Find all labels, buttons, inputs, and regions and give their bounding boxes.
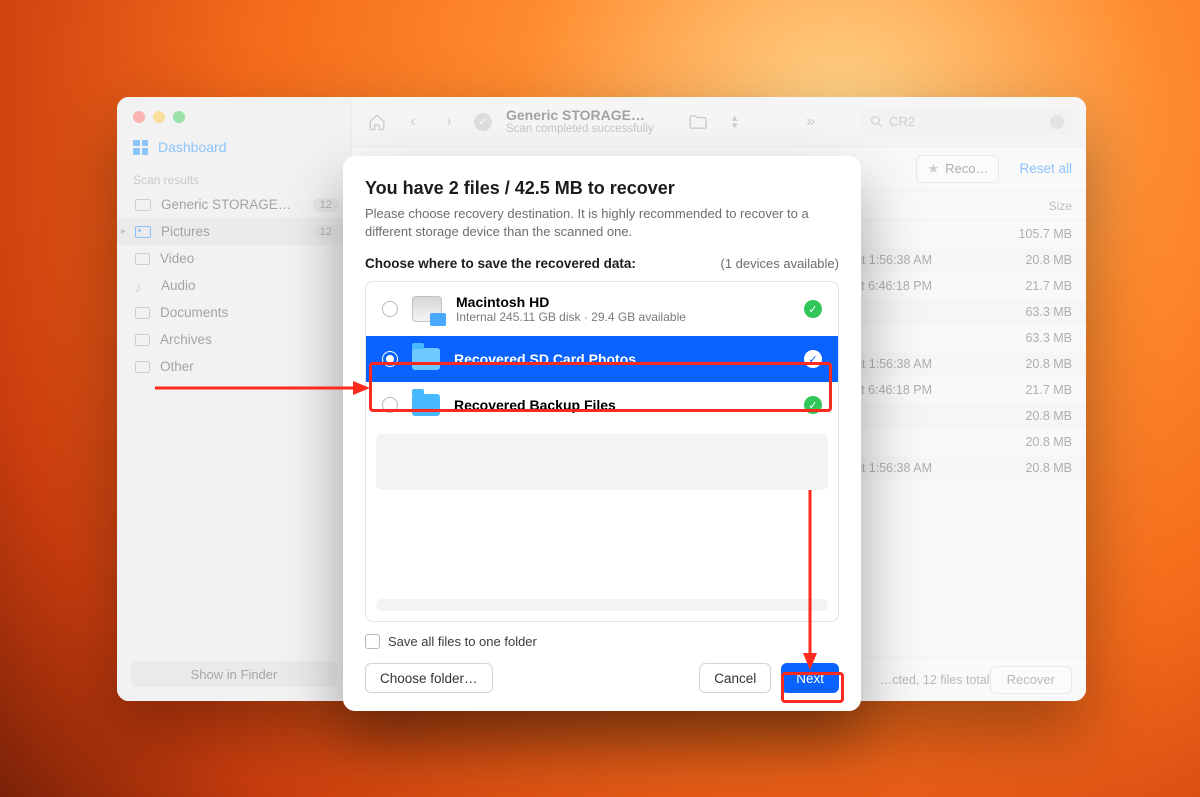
dashboard-label: Dashboard <box>158 139 227 155</box>
save-all-label: Save all files to one folder <box>388 634 537 649</box>
next-label: Next <box>796 671 824 686</box>
col-size[interactable]: Size <box>972 199 1072 213</box>
overflow-icon[interactable]: » <box>800 111 822 133</box>
documents-icon <box>135 307 150 319</box>
sidebar-item-documents[interactable]: Documents <box>117 299 351 326</box>
check-icon: ✓ <box>804 300 822 318</box>
sidebar-item-label: Other <box>160 359 194 374</box>
choose-folder-label: Choose folder… <box>380 671 478 686</box>
sidebar-item-label: Video <box>160 251 194 266</box>
destination-macintosh-hd[interactable]: Macintosh HD Internal 245.11 GB disk · 2… <box>366 282 838 336</box>
chevron-right-icon: ▸ <box>121 226 126 237</box>
next-button[interactable]: Next <box>781 663 839 693</box>
destination-recovered-backup-files[interactable]: Recovered Backup Files ✓ <box>366 382 838 428</box>
save-all-toggle[interactable]: Save all files to one folder <box>365 634 839 649</box>
search-value: CR2 <box>889 114 915 129</box>
radio-icon[interactable] <box>382 351 398 367</box>
sidebar-item-label: Audio <box>161 278 196 293</box>
count-badge: 12 <box>313 225 339 239</box>
show-in-finder-label: Show in Finder <box>191 667 278 682</box>
sidebar-item-audio[interactable]: ♪ Audio <box>117 272 351 299</box>
status-check-icon: ✓ <box>474 113 492 131</box>
search-icon <box>870 115 883 128</box>
radio-icon[interactable] <box>382 301 398 317</box>
minimize-window-icon[interactable] <box>153 111 165 123</box>
clear-search-icon[interactable] <box>1050 115 1064 129</box>
chip-label: Reco… <box>945 161 988 176</box>
other-icon <box>135 361 150 373</box>
sidebar-item-generic-storage[interactable]: Generic STORAGE… 12 <box>117 191 351 218</box>
recover-button[interactable]: Recover <box>990 666 1072 694</box>
back-icon[interactable]: ‹ <box>402 111 424 133</box>
folder-nav-icon[interactable] <box>688 111 710 133</box>
drive-icon <box>135 199 151 211</box>
devices-available: (1 devices available) <box>720 256 839 271</box>
folder-icon <box>412 348 440 370</box>
window-controls <box>117 97 351 133</box>
choose-label: Choose where to save the recovered data: <box>365 256 636 271</box>
dialog-heading: You have 2 files / 42.5 MB to recover <box>365 178 839 199</box>
toolbar: ‹ › ✓ Generic STORAGE… Scan completed su… <box>352 97 1086 147</box>
sidebar-item-label: Documents <box>160 305 228 320</box>
video-icon <box>135 253 150 265</box>
hard-drive-icon <box>412 296 442 322</box>
forward-icon[interactable]: › <box>438 111 460 133</box>
home-icon[interactable] <box>366 111 388 133</box>
check-icon: ✓ <box>804 396 822 414</box>
destination-list: Macintosh HD Internal 245.11 GB disk · 2… <box>365 281 839 622</box>
show-in-finder-button[interactable]: Show in Finder <box>131 661 337 687</box>
sidebar-section-label: Scan results <box>117 167 351 191</box>
close-window-icon[interactable] <box>133 111 145 123</box>
check-icon: ✓ <box>804 350 822 368</box>
dialog-subtext: Please choose recovery destination. It i… <box>365 205 839 240</box>
sidebar-item-label: Pictures <box>161 224 210 239</box>
dialog-actions: Choose folder… Cancel Next <box>365 663 839 693</box>
folder-icon <box>412 394 440 416</box>
destination-recovered-sd-card-photos[interactable]: Recovered SD Card Photos ✓ <box>366 336 838 382</box>
dest-subtitle: Internal 245.11 GB disk · 29.4 GB availa… <box>456 310 686 324</box>
sidebar-item-archives[interactable]: Archives <box>117 326 351 353</box>
selection-summary: …cted, 12 files total <box>880 673 990 687</box>
recovery-chances-chip[interactable]: ★ Reco… <box>916 155 999 183</box>
page-subtitle: Scan completed successfully <box>506 123 654 136</box>
destination-placeholder <box>376 599 828 611</box>
sidebar-item-pictures[interactable]: ▸ Pictures 12 <box>117 218 351 245</box>
dest-title: Recovered SD Card Photos <box>454 351 636 367</box>
sidebar-item-label: Archives <box>160 332 212 347</box>
radio-icon[interactable] <box>382 397 398 413</box>
cancel-label: Cancel <box>714 671 756 686</box>
sidebar-item-video[interactable]: Video <box>117 245 351 272</box>
sidebar: Dashboard Scan results Generic STORAGE… … <box>117 97 352 701</box>
dest-title: Macintosh HD <box>456 294 686 310</box>
recovery-destination-dialog: You have 2 files / 42.5 MB to recover Pl… <box>343 156 861 711</box>
sidebar-item-label: Generic STORAGE… <box>161 197 291 212</box>
dest-title: Recovered Backup Files <box>454 397 616 413</box>
search-input[interactable]: CR2 <box>862 109 1072 135</box>
count-badge: 12 <box>313 198 339 212</box>
page-title: Generic STORAGE… <box>506 107 654 123</box>
title-block: Generic STORAGE… Scan completed successf… <box>506 107 654 136</box>
zoom-window-icon[interactable] <box>173 111 185 123</box>
recover-label: Recover <box>1007 672 1055 687</box>
destination-placeholder <box>376 434 828 490</box>
archives-icon <box>135 334 150 346</box>
updown-icon[interactable]: ▴▾ <box>724 111 746 133</box>
sidebar-item-other[interactable]: Other <box>117 353 351 380</box>
dashboard-link[interactable]: Dashboard <box>117 133 351 167</box>
checkbox-icon[interactable] <box>365 634 380 649</box>
cancel-button[interactable]: Cancel <box>699 663 771 693</box>
star-icon: ★ <box>927 161 939 177</box>
reset-all-link[interactable]: Reset all <box>1019 161 1072 176</box>
dashboard-icon <box>133 140 148 155</box>
pictures-icon <box>135 226 151 238</box>
audio-icon: ♪ <box>135 280 151 292</box>
choose-folder-button[interactable]: Choose folder… <box>365 663 493 693</box>
